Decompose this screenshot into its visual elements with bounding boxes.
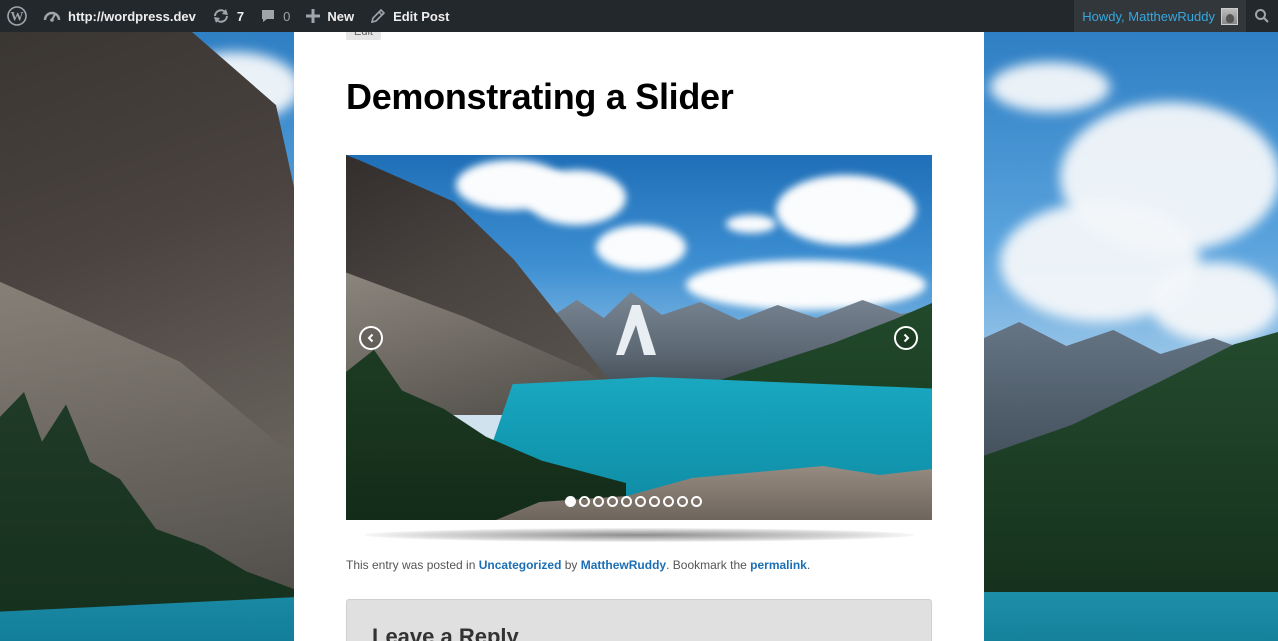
wordpress-logo-icon: W (7, 6, 27, 26)
category-link[interactable]: Uncategorized (479, 558, 562, 572)
slider-dot[interactable] (579, 496, 590, 507)
comments-count: 0 (283, 8, 291, 24)
slider-dot[interactable] (691, 496, 702, 507)
slider-dot[interactable] (635, 496, 646, 507)
slider-next-button[interactable] (894, 326, 918, 350)
slider-shadow (364, 528, 914, 542)
permalink-link[interactable]: permalink (750, 558, 807, 572)
meta-bookmark: . Bookmark the (666, 558, 751, 572)
updates-refresh-icon (212, 8, 230, 24)
avatar (1221, 7, 1238, 25)
new-content-link[interactable]: New (298, 0, 362, 32)
pencil-icon (370, 8, 386, 24)
edit-post-link[interactable]: Edit Post (362, 0, 457, 32)
slider-dot[interactable] (593, 496, 604, 507)
meta-suffix: . (806, 558, 811, 572)
reply-title: Leave a Reply (372, 624, 519, 641)
comment-respond-box: Leave a Reply (346, 599, 932, 641)
search-toggle[interactable] (1246, 0, 1278, 32)
comments-link[interactable]: 0 (252, 0, 298, 32)
howdy-label: Howdy, MatthewRuddy (1082, 8, 1215, 24)
author-link[interactable]: MatthewRuddy (581, 558, 666, 572)
edit-post-inline-link[interactable]: Edit (346, 32, 381, 40)
site-url-label: http://wordpress.dev (68, 8, 196, 24)
slider-dot[interactable] (677, 496, 688, 507)
slider-dot[interactable] (565, 496, 576, 507)
page-title: Demonstrating a Slider (346, 76, 734, 117)
wordpress-menu[interactable]: W (0, 0, 35, 32)
slider-dot[interactable] (649, 496, 660, 507)
slider-dot[interactable] (621, 496, 632, 507)
slider-pagination (565, 496, 702, 507)
site-name-link[interactable]: http://wordpress.dev (35, 0, 204, 32)
my-account-menu[interactable]: Howdy, MatthewRuddy (1074, 0, 1246, 32)
chevron-right-icon (901, 333, 911, 343)
slider-dot[interactable] (607, 496, 618, 507)
post-content-area: Edit Demonstrating a Slider This entry w… (294, 32, 984, 641)
updates-link[interactable]: 7 (204, 0, 252, 32)
image-slider (346, 155, 932, 520)
new-label: New (327, 8, 355, 24)
plus-icon (306, 9, 321, 23)
updates-count: 7 (236, 8, 245, 24)
svg-text:W: W (11, 9, 24, 24)
meta-by: by (561, 558, 581, 572)
slider-dot[interactable] (663, 496, 674, 507)
entry-meta: This entry was posted in Uncategorized b… (346, 558, 810, 572)
admin-bar: W http://wordpress.dev 7 0 New Edit Post… (0, 0, 1278, 32)
dashboard-gauge-icon (43, 8, 61, 24)
edit-post-label: Edit Post (393, 8, 450, 24)
comment-bubble-icon (260, 8, 276, 24)
meta-prefix: This entry was posted in (346, 558, 479, 572)
chevron-left-icon (366, 333, 376, 343)
slider-prev-button[interactable] (359, 326, 383, 350)
search-icon (1254, 8, 1270, 24)
